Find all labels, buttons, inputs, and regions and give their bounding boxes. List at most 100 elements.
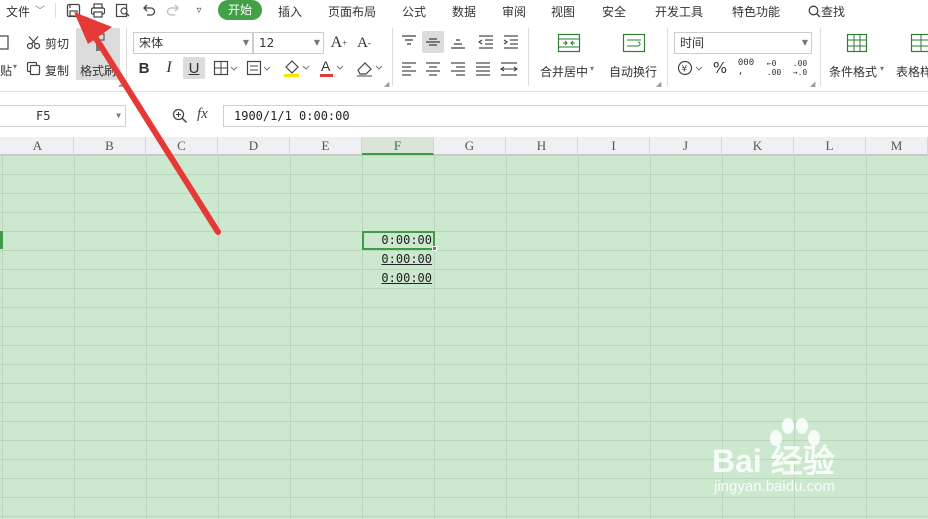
merge-center-label[interactable]: 合并居中 bbox=[540, 63, 588, 80]
tab-developer[interactable]: 开发工具 bbox=[655, 3, 703, 20]
zoom-formula-icon[interactable] bbox=[170, 106, 190, 126]
divider bbox=[667, 28, 668, 86]
bold-icon[interactable]: B bbox=[135, 58, 153, 78]
file-menu[interactable]: 文件 bbox=[6, 3, 30, 20]
thousands-separator-icon[interactable]: 000, bbox=[735, 58, 757, 78]
cell-f6[interactable]: 0:00:00 bbox=[362, 250, 435, 269]
wrap-text-icon[interactable] bbox=[620, 32, 648, 54]
column-header-l[interactable]: L bbox=[794, 137, 866, 155]
column-header-j[interactable]: J bbox=[650, 137, 722, 155]
table-style-icon[interactable] bbox=[908, 32, 928, 54]
tab-insert[interactable]: 插入 bbox=[278, 3, 302, 20]
tab-special-features[interactable]: 特色功能 bbox=[732, 3, 780, 20]
divider bbox=[126, 28, 127, 86]
conditional-format-dropdown-icon[interactable]: ▾ bbox=[880, 64, 884, 73]
menu-bar: 文件 ﹀ ▿ 开始 插入 页面布局 公式 数据 审阅 视图 安全 开发工具 特色… bbox=[0, 0, 928, 22]
cell-style-icon[interactable] bbox=[245, 59, 273, 77]
column-header-h[interactable]: H bbox=[506, 137, 578, 155]
insert-function-button[interactable]: fx bbox=[197, 106, 208, 123]
number-format-select[interactable]: 时间 ▼ bbox=[674, 32, 812, 54]
conditional-format-icon[interactable] bbox=[844, 32, 870, 54]
column-header-k[interactable]: K bbox=[722, 137, 794, 155]
cut-icon[interactable] bbox=[25, 34, 41, 50]
font-launcher-icon[interactable]: ◢ bbox=[384, 80, 389, 88]
tab-security[interactable]: 安全 bbox=[602, 3, 626, 20]
clear-format-icon[interactable] bbox=[354, 58, 384, 78]
copy-icon[interactable] bbox=[25, 60, 41, 76]
justify-icon[interactable] bbox=[473, 59, 493, 79]
tab-data[interactable]: 数据 bbox=[452, 3, 476, 20]
cell-value: 0:00:00 bbox=[381, 233, 432, 247]
fill-color-icon[interactable] bbox=[282, 58, 310, 78]
borders-icon[interactable] bbox=[212, 59, 240, 77]
column-header-f[interactable]: F bbox=[362, 137, 434, 155]
align-middle-icon[interactable] bbox=[422, 31, 444, 53]
increase-decimal-icon[interactable]: ←0.00 bbox=[763, 58, 785, 78]
align-right-icon[interactable] bbox=[448, 59, 468, 79]
redo-icon[interactable] bbox=[164, 1, 182, 19]
column-header-g[interactable]: G bbox=[434, 137, 506, 155]
decrease-decimal-icon[interactable]: .00 →.0 bbox=[789, 58, 811, 78]
svg-text:A: A bbox=[321, 58, 331, 74]
column-headers: A B C D E F G H I J K L M bbox=[0, 137, 928, 155]
column-header-i[interactable]: I bbox=[578, 137, 650, 155]
merge-dropdown-icon[interactable]: ▾ bbox=[590, 64, 594, 73]
column-header-b[interactable]: B bbox=[74, 137, 146, 155]
align-top-icon[interactable] bbox=[399, 32, 419, 52]
tab-home[interactable]: 开始 bbox=[218, 0, 262, 20]
paste-dropdown-icon[interactable]: ▾ bbox=[13, 62, 17, 71]
italic-icon[interactable]: I bbox=[160, 58, 178, 78]
increase-indent-icon[interactable] bbox=[501, 32, 521, 52]
tab-review[interactable]: 审阅 bbox=[502, 3, 526, 20]
cut-label[interactable]: 剪切 bbox=[45, 35, 69, 52]
font-size-value: 12 bbox=[259, 36, 275, 50]
divider bbox=[820, 28, 821, 86]
paste-label[interactable]: 贴 bbox=[0, 62, 12, 79]
cell-f5[interactable]: 0:00:00 bbox=[362, 231, 435, 250]
print-preview-icon[interactable] bbox=[114, 1, 132, 19]
column-header-d[interactable]: D bbox=[218, 137, 290, 155]
tab-page-layout[interactable]: 页面布局 bbox=[328, 3, 376, 20]
number-launcher-icon[interactable]: ◢ bbox=[810, 80, 815, 88]
currency-icon[interactable]: ¥ bbox=[677, 58, 705, 78]
align-left-icon[interactable] bbox=[399, 59, 419, 79]
column-header-c[interactable]: C bbox=[146, 137, 218, 155]
formula-input[interactable]: 1900/1/1 0:00:00 bbox=[223, 105, 928, 127]
decrease-font-size-icon[interactable]: A- bbox=[355, 33, 373, 53]
clipboard-launcher-icon[interactable]: ◢ bbox=[118, 80, 123, 88]
table-style-label[interactable]: 表格样 bbox=[896, 63, 928, 80]
save-icon[interactable] bbox=[64, 1, 82, 19]
column-header-m[interactable]: M bbox=[866, 137, 928, 155]
tab-formulas[interactable]: 公式 bbox=[402, 3, 426, 20]
tab-view[interactable]: 视图 bbox=[551, 3, 575, 20]
font-name-select[interactable]: 宋体 ▼ bbox=[133, 32, 253, 54]
underline-icon[interactable]: U bbox=[183, 57, 205, 79]
cell-f7[interactable]: 0:00:00 bbox=[362, 269, 435, 288]
align-bottom-icon[interactable] bbox=[448, 32, 468, 52]
copy-label[interactable]: 复制 bbox=[45, 62, 69, 79]
wrap-text-label[interactable]: 自动换行 bbox=[609, 63, 657, 80]
merge-center-icon[interactable] bbox=[555, 32, 583, 54]
file-menu-chevron-icon[interactable]: ﹀ bbox=[35, 2, 45, 17]
name-box[interactable]: F5 ▼ bbox=[0, 105, 126, 127]
print-icon[interactable] bbox=[89, 1, 107, 19]
alignment-launcher-icon[interactable]: ◢ bbox=[656, 80, 661, 88]
decrease-indent-icon[interactable] bbox=[476, 32, 496, 52]
font-size-select[interactable]: 12 ▼ bbox=[253, 32, 324, 54]
paste-icon[interactable] bbox=[0, 34, 10, 50]
ribbon-toolbar: 贴 ▾ 剪切 复制 格式刷 宋体 ▼ 12 ▼ A + A- B I U A 合… bbox=[0, 22, 928, 92]
search-icon bbox=[808, 5, 821, 18]
distributed-align-icon[interactable] bbox=[498, 59, 520, 79]
percent-icon[interactable]: % bbox=[710, 58, 730, 78]
column-header-e[interactable]: E bbox=[290, 137, 362, 155]
column-header-a[interactable]: A bbox=[2, 137, 74, 155]
active-row-marker bbox=[0, 231, 3, 249]
font-color-icon[interactable]: A bbox=[318, 58, 346, 78]
increase-font-size-icon[interactable]: A + bbox=[330, 33, 348, 53]
conditional-format-label[interactable]: 条件格式 bbox=[829, 63, 877, 80]
watermark-brand: Bai 经验 bbox=[712, 443, 835, 479]
align-center-icon[interactable] bbox=[423, 59, 443, 79]
undo-icon[interactable] bbox=[139, 1, 157, 19]
search-button[interactable]: 查找 bbox=[808, 3, 845, 20]
customize-quick-access-icon[interactable]: ▿ bbox=[190, 1, 208, 19]
